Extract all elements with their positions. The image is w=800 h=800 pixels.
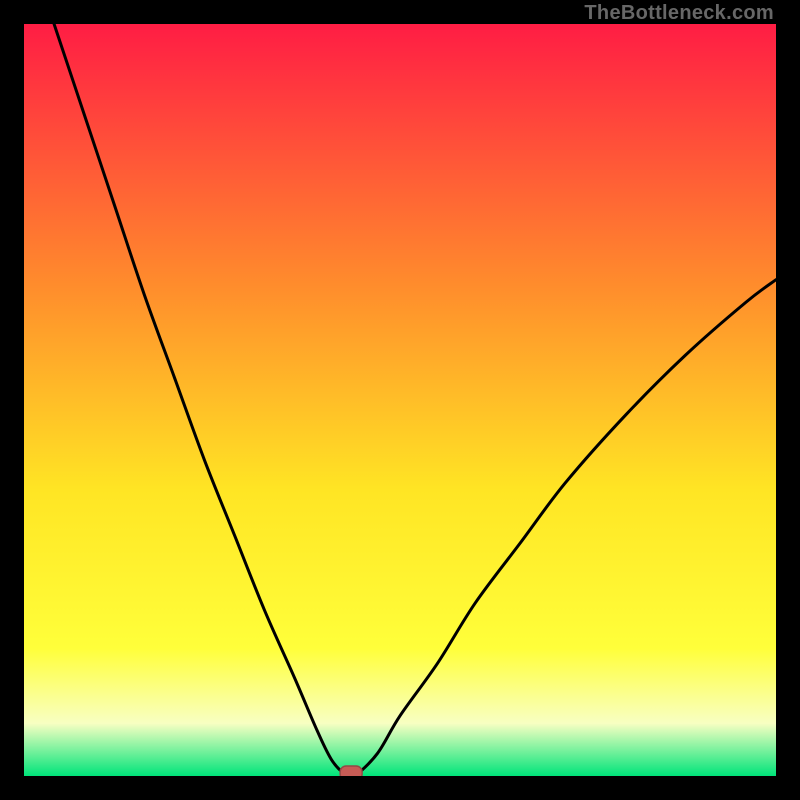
bottleneck-chart bbox=[24, 24, 776, 776]
watermark-text: TheBottleneck.com bbox=[584, 2, 774, 25]
gradient-background bbox=[24, 24, 776, 776]
chart-frame bbox=[24, 24, 776, 776]
optimal-point-marker bbox=[340, 766, 362, 776]
